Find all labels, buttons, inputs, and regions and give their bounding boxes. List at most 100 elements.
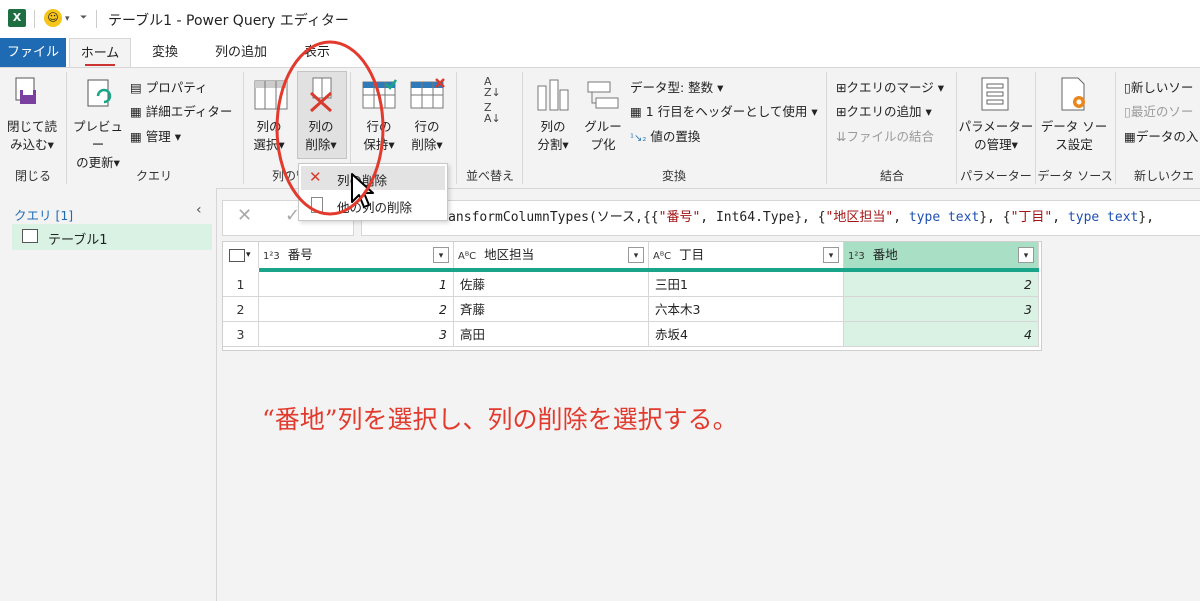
- ribbon-separator: [522, 72, 523, 184]
- table-cell[interactable]: 赤坂4: [649, 322, 844, 347]
- enter-data-icon: ▦: [1124, 129, 1136, 144]
- manage-parameters-icon: [981, 77, 1009, 111]
- table-cell[interactable]: 2: [259, 297, 454, 322]
- divider: [96, 10, 97, 28]
- quick-access-customize-icon[interactable]: ⏷: [80, 13, 87, 23]
- row-number[interactable]: 2: [223, 297, 259, 322]
- divider: [34, 10, 35, 28]
- replace-values-icon: ¹↘₂: [630, 133, 647, 144]
- active-tab-indicator: [85, 64, 115, 66]
- queries-pane-header: クエリ [1]: [14, 208, 74, 223]
- combine-files-icon: ⇊: [836, 129, 847, 144]
- row-number[interactable]: 3: [223, 322, 259, 347]
- refresh-preview-button[interactable]: プレビュー の更新▾: [70, 118, 126, 172]
- table-cell[interactable]: 1: [259, 272, 454, 297]
- table-cell[interactable]: 高田: [454, 322, 649, 347]
- group-close-label: 閉じる: [14, 169, 51, 183]
- enter-data-button[interactable]: ▦データの入: [1124, 126, 1198, 145]
- annotation-text: “番地”列を選択し、列の削除を選択する。: [262, 405, 738, 434]
- data-source-settings-icon: [1061, 77, 1085, 111]
- table-cell[interactable]: 斉藤: [454, 297, 649, 322]
- ribbon-separator: [456, 72, 457, 184]
- query-item-label: テーブル1: [48, 233, 108, 248]
- window-title: テーブル1 - Power Query エディター: [108, 13, 349, 29]
- advanced-editor-button[interactable]: ▦ 詳細エディター: [130, 101, 232, 120]
- append-queries-button[interactable]: ⊞クエリの追加 ▾: [836, 101, 932, 120]
- cancel-formula-icon[interactable]: ✕: [237, 205, 252, 226]
- table-cell-selected[interactable]: 3: [844, 297, 1039, 322]
- combine-files-button[interactable]: ⇊ファイルの結合: [836, 126, 934, 145]
- integer-type-icon[interactable]: 1²3: [848, 251, 865, 262]
- query-item-table1[interactable]: テーブル1: [12, 224, 212, 250]
- column-header-chome[interactable]: AᴮC 丁目 ▾: [649, 242, 844, 268]
- use-first-row-as-headers-button[interactable]: ▦ 1 行目をヘッダーとして使用 ▾: [630, 101, 818, 120]
- table-cell-selected[interactable]: 2: [844, 272, 1039, 297]
- table-cell[interactable]: 三田1: [649, 272, 844, 297]
- text-type-icon[interactable]: AᴮC: [653, 251, 671, 262]
- replace-values-button[interactable]: ¹↘₂ 値の置換: [630, 126, 700, 145]
- column-header-banchi[interactable]: 1²3 番地 ▾: [844, 242, 1039, 268]
- table-icon: [22, 229, 38, 243]
- new-source-button[interactable]: ▯新しいソー: [1124, 77, 1193, 96]
- filter-dropdown-icon[interactable]: ▾: [433, 247, 449, 263]
- column-name: 地区担当: [484, 247, 535, 262]
- close-and-load-button[interactable]: 閉じて読 み込む▾: [2, 118, 62, 154]
- refresh-preview-icon: [87, 79, 112, 107]
- data-type-dropdown[interactable]: データ型: 整数 ▾: [630, 77, 723, 96]
- ribbon-separator: [956, 72, 957, 184]
- close-and-load-icon: [15, 77, 36, 104]
- split-column-icon: [537, 79, 569, 111]
- group-by-icon: [587, 81, 619, 109]
- manage-parameters-button[interactable]: パラメーター の管理▾: [958, 118, 1034, 154]
- group-transform-label: 変換: [661, 169, 686, 183]
- grid-corner-menu[interactable]: ▾: [223, 242, 259, 268]
- group-data-source-label: データ ソース: [1037, 169, 1113, 183]
- title-bar: X ☺ ▾ ⏷ テーブル1 - Power Query エディター: [0, 0, 1200, 38]
- feedback-dropdown-icon[interactable]: ▾: [65, 14, 70, 24]
- filter-dropdown-icon[interactable]: ▾: [823, 247, 839, 263]
- excel-app-icon[interactable]: X: [8, 9, 26, 27]
- group-by-button[interactable]: グルー プ化: [580, 118, 626, 154]
- sort-ascending-button[interactable]: A Z↓: [484, 76, 501, 98]
- collapse-pane-icon[interactable]: ‹: [196, 202, 202, 218]
- manage-icon: ▦: [130, 129, 142, 144]
- text-type-icon[interactable]: AᴮC: [458, 251, 476, 262]
- row-number[interactable]: 1: [223, 272, 259, 297]
- recent-sources-button[interactable]: ▯最近のソー: [1124, 101, 1193, 120]
- ribbon-separator: [1035, 72, 1036, 184]
- column-header-number[interactable]: 1²3 番号 ▾: [259, 242, 454, 268]
- column-name: 番号: [287, 247, 313, 262]
- data-source-settings-button[interactable]: データ ソー ス設定: [1038, 118, 1110, 154]
- recent-sources-icon: ▯: [1124, 104, 1131, 119]
- tab-transform[interactable]: 変換: [140, 38, 190, 68]
- properties-icon: ▤: [130, 80, 142, 95]
- highlight-circle: [275, 40, 385, 216]
- column-name: 丁目: [679, 247, 705, 262]
- column-header-district[interactable]: AᴮC 地区担当 ▾: [454, 242, 649, 268]
- manage-button[interactable]: ▦ 管理 ▾: [130, 126, 181, 145]
- new-source-icon: ▯: [1124, 80, 1131, 95]
- split-column-button[interactable]: 列の 分割▾: [530, 118, 576, 154]
- table-header-icon: ▦: [630, 104, 642, 119]
- properties-button[interactable]: ▤ プロパティ: [130, 77, 208, 96]
- ribbon-separator: [826, 72, 827, 184]
- filter-dropdown-icon[interactable]: ▾: [628, 247, 644, 263]
- tab-add-column[interactable]: 列の追加: [203, 38, 279, 68]
- sort-descending-button[interactable]: Z A↓: [484, 102, 501, 124]
- remove-rows-button[interactable]: 行の 削除▾: [404, 118, 450, 154]
- formula-bar[interactable]: = Table.TransformColumnTypes(ソース,{{"番号",…: [361, 200, 1200, 236]
- merge-queries-button[interactable]: ⊞クエリのマージ ▾: [836, 77, 944, 96]
- ribbon-separator: [243, 72, 244, 184]
- integer-type-icon[interactable]: 1²3: [263, 251, 280, 262]
- column-name: 番地: [872, 247, 898, 262]
- table-cell[interactable]: 3: [259, 322, 454, 347]
- table-cell[interactable]: 六本木3: [649, 297, 844, 322]
- tab-file[interactable]: ファイル: [0, 38, 66, 68]
- chevron-down-icon: ▾: [246, 250, 251, 260]
- table-cell-selected[interactable]: 4: [844, 322, 1039, 347]
- group-combine-label: 結合: [879, 169, 904, 183]
- table-cell[interactable]: 佐藤: [454, 272, 649, 297]
- group-query-label: クエリ: [135, 169, 172, 183]
- filter-dropdown-icon[interactable]: ▾: [1018, 247, 1034, 263]
- smiley-feedback-icon[interactable]: ☺: [44, 9, 62, 27]
